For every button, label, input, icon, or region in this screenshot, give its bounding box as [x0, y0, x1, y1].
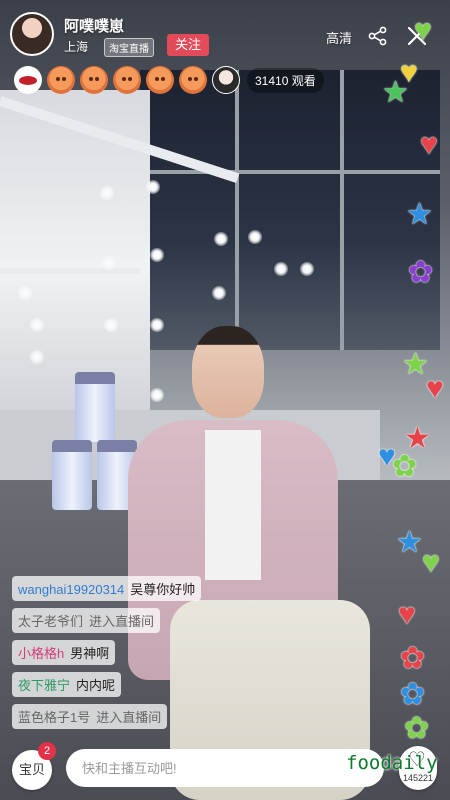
- product-can: [52, 440, 92, 510]
- host-badge: 淘宝直播: [104, 38, 154, 57]
- chat-message: 蓝色格子1号 进入直播间: [12, 704, 168, 729]
- follow-button[interactable]: 关注: [167, 34, 209, 56]
- host-name: 阿噗噗崽: [64, 18, 125, 35]
- host-avatar[interactable]: [10, 12, 54, 56]
- chat-text: 内内呢: [76, 678, 116, 693]
- chat-username[interactable]: 小格格h: [18, 646, 64, 661]
- chat-text: 男神啊: [70, 646, 110, 661]
- chat-message: 夜下雅宁 内内呢: [12, 672, 122, 697]
- chat-username[interactable]: 太子老爷们: [18, 614, 83, 629]
- host-location: 上海: [64, 40, 89, 54]
- close-icon[interactable]: [405, 24, 429, 48]
- chat-text: 进入直播间: [89, 614, 155, 629]
- viewer-count: 31410 观看: [247, 67, 324, 93]
- quality-toggle[interactable]: 高清: [326, 28, 352, 47]
- share-icon[interactable]: [368, 26, 388, 46]
- chat-username[interactable]: 蓝色格子1号: [18, 710, 90, 725]
- background-window: [140, 70, 440, 350]
- product-can: [75, 372, 115, 442]
- viewer-avatar[interactable]: [212, 66, 240, 94]
- chat-feed: wanghai19920314 吴尊你好帅 太子老爷们 进入直播间 小格格h 男神啊 …: [12, 576, 272, 736]
- chat-text: 进入直播间: [96, 710, 162, 725]
- host-card[interactable]: 阿噗噗崽 上海 淘宝直播 关注: [10, 12, 209, 58]
- chat-message: 小格格h 男神啊: [12, 640, 116, 665]
- watermark: foodaily: [346, 752, 438, 774]
- mirror-rail: [0, 268, 140, 274]
- viewer-row: 31410 观看: [14, 66, 324, 94]
- chat-text: 吴尊你好帅: [130, 582, 196, 597]
- viewer-avatar[interactable]: [146, 66, 174, 94]
- chat-message: 太子老爷们 进入直播间: [12, 608, 161, 633]
- viewer-avatar[interactable]: [14, 66, 42, 94]
- viewer-avatar[interactable]: [179, 66, 207, 94]
- bag-count-badge: 2: [38, 742, 56, 760]
- chat-username[interactable]: 夜下雅宁: [18, 678, 70, 693]
- chat-input[interactable]: [66, 749, 384, 787]
- chat-username[interactable]: wanghai19920314: [18, 582, 124, 597]
- viewer-avatar[interactable]: [47, 66, 75, 94]
- viewer-avatar[interactable]: [80, 66, 108, 94]
- viewer-avatar[interactable]: [113, 66, 141, 94]
- chat-message: wanghai19920314 吴尊你好帅: [12, 576, 202, 601]
- like-count: 145221: [402, 773, 434, 783]
